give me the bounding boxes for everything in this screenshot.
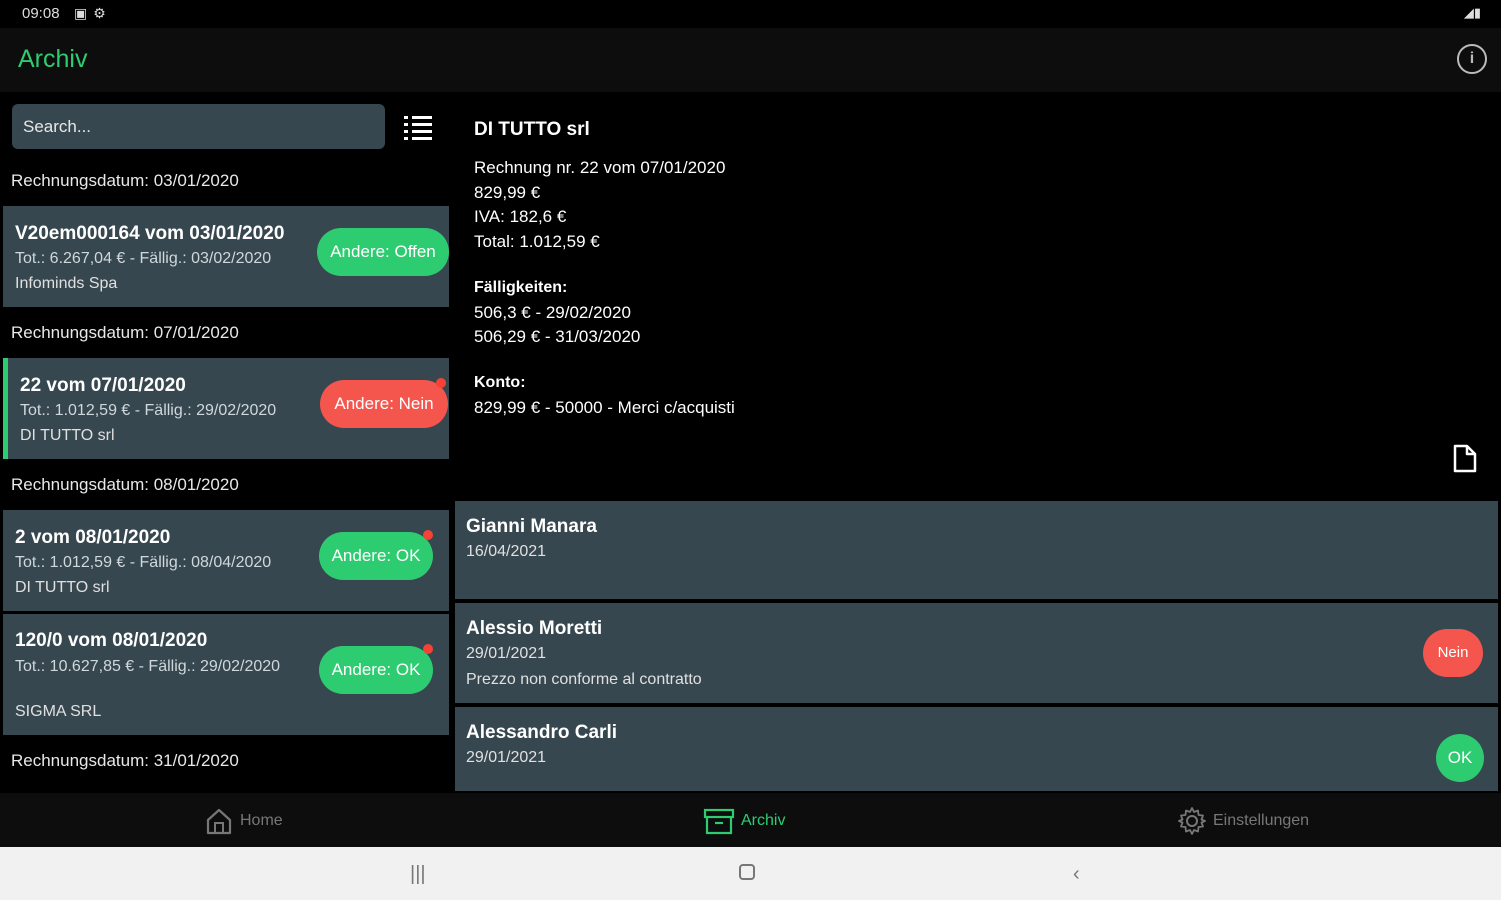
page-title: Archiv: [18, 45, 88, 73]
invoice-company: Infominds Spa: [15, 275, 118, 292]
invoice-title: 120/0 vom 08/01/2020: [15, 630, 208, 651]
status-badge: Andere: OK: [319, 532, 433, 580]
status-badge: Andere: Offen: [317, 228, 449, 276]
detail-account-label: Konto:: [474, 374, 526, 391]
approval-item[interactable]: Gianni Manara 16/04/2021: [455, 501, 1498, 599]
invoice-title: V20em000164 vom 03/01/2020: [15, 223, 285, 244]
detail-company: DI TUTTO srl: [474, 119, 590, 140]
detail-invoice-number: Rechnung nr. 22 vom 07/01/2020: [474, 158, 726, 177]
invoice-card[interactable]: 2 vom 08/01/2020 Tot.: 1.012,59 € - Fäll…: [3, 510, 449, 611]
approval-item[interactable]: Alessio Moretti 29/01/2021 Prezzo non co…: [455, 603, 1498, 703]
detail-account: 829,99 € - 50000 - Merci c/acquisti: [474, 398, 735, 417]
date-header: Rechnungsdatum: 07/01/2020: [11, 323, 239, 342]
invoice-list-pane: Search... Rechnungsdatum: 03/01/2020 V20…: [0, 92, 452, 792]
unread-dot: [436, 378, 446, 388]
approval-item[interactable]: Alessandro Carli 29/01/2021 OK: [455, 707, 1498, 791]
invoice-company: DI TUTTO srl: [20, 427, 115, 444]
nav-settings-label: Einstellungen: [1213, 812, 1310, 829]
nav-home-label: Home: [240, 812, 283, 829]
detail-due-item: 506,3 € - 29/02/2020: [474, 303, 631, 322]
invoice-title: 22 vom 07/01/2020: [20, 375, 186, 396]
status-badge: Andere: Nein: [320, 380, 448, 428]
invoice-card[interactable]: V20em000164 vom 03/01/2020 Tot.: 6.267,0…: [3, 206, 449, 307]
info-icon[interactable]: i: [1457, 44, 1487, 74]
approval-date: 16/04/2021: [466, 543, 547, 560]
status-time: 09:08: [22, 5, 60, 22]
status-battery-icon: ◢▮: [1463, 5, 1481, 20]
search-input[interactable]: Search...: [12, 104, 385, 149]
invoice-subtitle: Tot.: 1.012,59 € - Fällig.: 29/02/2020: [20, 402, 277, 419]
list-view-icon[interactable]: [404, 116, 432, 140]
invoice-card[interactable]: 120/0 vom 08/01/2020 Tot.: 10.627,85 € -…: [3, 614, 449, 735]
nav-settings[interactable]: Einstellungen: [1177, 805, 1309, 837]
detail-due-label: Fälligkeiten:: [474, 279, 568, 296]
back-icon[interactable]: ‹: [1073, 863, 1080, 886]
approval-date: 29/01/2021: [466, 749, 547, 766]
approval-note: Prezzo non conforme al contratto: [466, 671, 702, 688]
status-bar: 09:08 ▣⚙ ◢▮: [0, 0, 1501, 28]
invoice-detail: DI TUTTO srl Rechnung nr. 22 vom 07/01/2…: [455, 92, 1501, 497]
status-badge: OK: [1436, 734, 1484, 782]
detail-total: Total: 1.012,59 €: [474, 232, 600, 251]
home-button-icon[interactable]: [739, 864, 755, 880]
approver-name: Gianni Manara: [466, 516, 597, 537]
invoice-subtitle: Tot.: 10.627,85 € - Fällig.: 29/02/2020: [15, 658, 281, 675]
home-icon: [206, 808, 232, 835]
unread-dot: [423, 644, 433, 654]
status-badge: Nein: [1423, 629, 1483, 677]
search-placeholder: Search...: [23, 117, 92, 136]
bottom-navigation: Home Archiv Einstellungen: [0, 793, 1501, 847]
archive-box-icon: [703, 808, 735, 835]
status-notification-icons: ▣⚙: [74, 5, 112, 21]
nav-home[interactable]: Home: [204, 805, 283, 837]
approver-name: Alessio Moretti: [466, 618, 603, 639]
detail-iva: IVA: 182,6 €: [474, 207, 567, 226]
invoice-company: DI TUTTO srl: [15, 579, 110, 596]
unread-dot: [423, 530, 433, 540]
recent-apps-icon[interactable]: |||: [410, 863, 426, 886]
nav-archiv-label: Archiv: [741, 812, 786, 829]
date-header: Rechnungsdatum: 31/01/2020: [11, 751, 239, 770]
status-badge: Andere: OK: [319, 646, 433, 694]
gear-icon: [1178, 807, 1206, 835]
date-header: Rechnungsdatum: 08/01/2020: [11, 475, 239, 494]
app-bar: Archiv i: [0, 28, 1501, 92]
invoice-subtitle: Tot.: 1.012,59 € - Fällig.: 08/04/2020: [15, 554, 272, 571]
document-icon[interactable]: [1453, 444, 1477, 473]
invoice-card-selected[interactable]: 22 vom 07/01/2020 Tot.: 1.012,59 € - Fäl…: [3, 358, 449, 459]
invoice-subtitle: Tot.: 6.267,04 € - Fällig.: 03/02/2020: [15, 250, 272, 267]
approval-date: 29/01/2021: [466, 645, 547, 662]
approver-name: Alessandro Carli: [466, 722, 617, 743]
nav-archiv[interactable]: Archiv: [703, 805, 785, 837]
system-navigation-bar: ||| ‹: [0, 847, 1501, 900]
detail-due-item: 506,29 € - 31/03/2020: [474, 327, 641, 346]
invoice-company: SIGMA SRL: [15, 703, 102, 720]
detail-net: 829,99 €: [474, 183, 541, 202]
date-header: Rechnungsdatum: 03/01/2020: [11, 171, 239, 190]
invoice-title: 2 vom 08/01/2020: [15, 527, 171, 548]
